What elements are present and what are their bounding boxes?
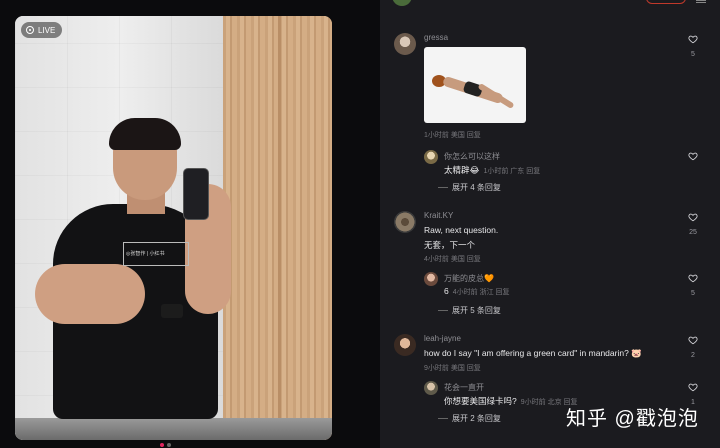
comment-meta: 4小时前 美国 回复 bbox=[424, 256, 481, 263]
comment-item: leah-jayne how do I say "I am offering a… bbox=[394, 334, 704, 378]
expand-line bbox=[438, 187, 448, 188]
heart-icon bbox=[688, 35, 698, 44]
expand-replies[interactable]: 展开 5 条回复 bbox=[438, 305, 501, 316]
heart-icon bbox=[688, 336, 698, 345]
reply-text: 你想要美国绿卡吗? 9小时前 北京 回复 bbox=[444, 395, 578, 407]
reply-meta: 4小时前 浙江 回复 bbox=[452, 289, 510, 296]
subject-left-arm bbox=[35, 264, 145, 324]
shirt-print: ◎张智作 | 小红书 bbox=[123, 242, 189, 266]
live-label: LIVE bbox=[38, 25, 56, 35]
carousel-dot[interactable] bbox=[167, 443, 171, 447]
like-button[interactable]: 25 bbox=[682, 209, 704, 236]
like-count: 25 bbox=[689, 229, 697, 236]
subject-phone bbox=[183, 168, 209, 220]
like-button[interactable]: 2 bbox=[682, 332, 704, 359]
media-viewer[interactable]: ◎张智作 | 小红书 bbox=[15, 16, 332, 440]
reply-meta: 1小时前 广东 回复 bbox=[483, 168, 541, 175]
expand-label: 展开 5 条回复 bbox=[452, 306, 501, 315]
reply-username[interactable]: 花会一直开 bbox=[444, 382, 484, 393]
live-photo-icon bbox=[26, 26, 34, 34]
avatar[interactable] bbox=[424, 150, 438, 164]
expand-replies[interactable]: 展开 2 条回复 bbox=[438, 413, 501, 424]
author-avatar[interactable] bbox=[392, 0, 412, 6]
heart-icon bbox=[688, 274, 698, 283]
like-button[interactable] bbox=[682, 148, 704, 166]
like-count: 2 bbox=[691, 352, 695, 359]
follow-button[interactable] bbox=[646, 0, 686, 4]
comment-username[interactable]: Krait.KY bbox=[424, 211, 453, 220]
expand-line bbox=[438, 310, 448, 311]
expand-line bbox=[438, 418, 448, 419]
heart-icon bbox=[688, 213, 698, 222]
watermark: 知乎 @戳泡泡 bbox=[566, 408, 699, 430]
heart-icon bbox=[688, 152, 698, 161]
like-count: 5 bbox=[691, 290, 695, 297]
carousel-dot[interactable] bbox=[160, 443, 164, 447]
subject-wristband bbox=[161, 304, 183, 318]
comment-text: how do I say "I am offering a green card… bbox=[424, 348, 642, 358]
comment-image[interactable] bbox=[424, 47, 526, 123]
comments-panel: gressa 1小时前 美国 回复 5 你怎么可以这样 太精辟😂 1小时前 广东 … bbox=[380, 0, 720, 448]
reply-text: 6 4小时前 浙江 回复 bbox=[444, 286, 510, 297]
avatar[interactable] bbox=[394, 334, 416, 356]
reply-item: 万能的皮总🧡 6 4小时前 浙江 回复 5 bbox=[424, 272, 704, 302]
reply-body: 你想要美国绿卡吗? bbox=[444, 396, 517, 406]
comment-meta: 9小时前 美国 回复 bbox=[424, 365, 481, 372]
like-button[interactable]: 5 bbox=[682, 270, 704, 297]
carousel-dots bbox=[160, 443, 171, 447]
subject-hair bbox=[109, 118, 181, 150]
expand-label: 展开 4 条回复 bbox=[452, 183, 501, 192]
comment-username[interactable]: leah-jayne bbox=[424, 334, 461, 343]
live-badge[interactable]: LIVE bbox=[21, 22, 63, 38]
shirt-print-text: ◎张智作 | 小红书 bbox=[126, 251, 165, 257]
comment-text: Raw, next question. bbox=[424, 225, 499, 235]
avatar[interactable] bbox=[394, 211, 416, 233]
reply-username[interactable]: 你怎么可以这样 bbox=[444, 151, 500, 162]
reply-item: 你怎么可以这样 太精辟😂 1小时前 广东 回复 bbox=[424, 150, 704, 180]
heart-icon bbox=[688, 383, 698, 392]
photo-subject: ◎张智作 | 小红书 bbox=[35, 118, 235, 424]
comment-item: Krait.KY Raw, next question. 无套，下一个 4小时前… bbox=[394, 211, 704, 271]
reply-text: 太精辟😂 1小时前 广东 回复 bbox=[444, 164, 540, 176]
expand-replies[interactable]: 展开 4 条回复 bbox=[438, 182, 501, 193]
reply-body: 6 bbox=[444, 286, 449, 296]
wood-panel-seam bbox=[278, 16, 281, 440]
comment-meta: 1小时前 美国 回复 bbox=[424, 132, 481, 139]
expand-label: 展开 2 条回复 bbox=[452, 414, 501, 423]
reply-username[interactable]: 万能的皮总🧡 bbox=[444, 273, 494, 284]
like-count: 5 bbox=[691, 51, 695, 58]
reply-body: 太精辟😂 bbox=[444, 165, 480, 175]
comment-username[interactable]: gressa bbox=[424, 33, 448, 42]
like-button[interactable]: 5 bbox=[682, 31, 704, 58]
avatar[interactable] bbox=[394, 33, 416, 55]
avatar[interactable] bbox=[424, 381, 438, 395]
menu-icon[interactable] bbox=[696, 0, 706, 3]
avatar[interactable] bbox=[424, 272, 438, 286]
comment-text-line2: 无套，下一个 bbox=[424, 240, 476, 250]
